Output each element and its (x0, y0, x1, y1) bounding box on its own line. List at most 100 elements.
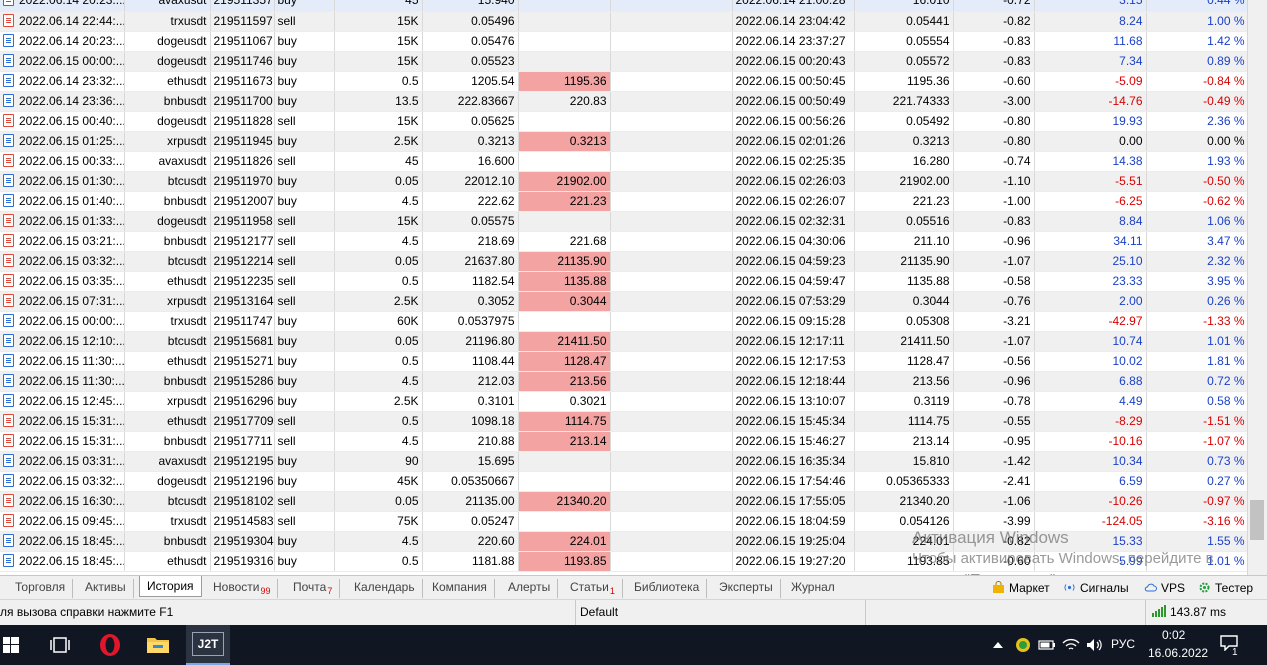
status-empty-segment (866, 600, 1146, 626)
tab-news[interactable]: Новости99 (206, 579, 279, 598)
tab-articles[interactable]: Статьи1 (563, 579, 623, 598)
task-view-button[interactable] (44, 625, 76, 665)
cell-take-profit (610, 171, 733, 192)
tab-experts[interactable]: Эксперты (712, 579, 781, 598)
table-row[interactable]: 2022.06.15 03:31:... avaxusdt 219512195 buy… (0, 451, 1247, 472)
table-row[interactable]: 2022.06.15 00:40:... dogeusdt 219511828 sel… (0, 111, 1247, 132)
j2t-taskbar-button[interactable]: J2T (186, 625, 230, 665)
profit-percent-value: 1.42 % (1207, 33, 1245, 48)
signals-button[interactable]: Сигналы (1063, 580, 1129, 596)
cell-symbol: trxusdt (124, 511, 211, 532)
cell-take-profit (610, 91, 733, 112)
close-time-value: 2022.06.15 02:26:03 (735, 173, 846, 188)
tab-journal[interactable]: Журнал (784, 579, 842, 598)
tab-history[interactable]: История (139, 576, 202, 597)
table-row[interactable]: 2022.06.15 00:00:... dogeusdt 219511746 buy… (0, 51, 1247, 72)
tester-button[interactable]: Тестер (1198, 580, 1253, 596)
cell-commission: -0.83 (953, 51, 1035, 72)
table-row[interactable]: 2022.06.14 20:23:... avaxusdt 219511357 buy… (0, 0, 1247, 12)
tab-assets[interactable]: Активы (78, 579, 134, 598)
profit-value: 6.88 (1119, 373, 1143, 388)
table-row[interactable]: 2022.06.15 07:31:... xrpusdt 219513164 sell… (0, 291, 1247, 312)
cell-close-time: 2022.06.15 19:27:20 (732, 551, 855, 572)
tab-label: История (147, 579, 194, 593)
table-row[interactable]: 2022.06.15 12:45:... xrpusdt 219516296 buy 2… (0, 391, 1247, 412)
table-row[interactable]: 2022.06.14 22:44:... trxusdt 219511597 sell… (0, 11, 1247, 32)
opera-taskbar-button[interactable] (92, 625, 128, 665)
cell-profit: -10.16 (1034, 431, 1147, 452)
windows-logo-icon (3, 637, 19, 653)
input-language[interactable]: РУС (1111, 637, 1135, 651)
ticket-value: 219512235 (213, 273, 274, 288)
open-price-value: 0.05247 (471, 513, 515, 528)
start-button[interactable] (0, 625, 40, 665)
cell-volume: 2.5K (334, 391, 423, 412)
cell-stop-loss: 21902.00 (518, 171, 611, 192)
table-row[interactable]: 2022.06.14 23:32:... ethusdt 219511673 buy 0… (0, 71, 1247, 92)
network-tray-button[interactable] (1060, 625, 1082, 665)
profit-value: 5.99 (1119, 553, 1143, 568)
cell-symbol: dogeusdt (124, 211, 211, 232)
close-price-value: 15.810 (912, 453, 950, 468)
tab-mail[interactable]: Почта7 (286, 579, 341, 598)
cell-profit: 23.33 (1034, 271, 1147, 292)
profit-value: 6.59 (1119, 473, 1143, 488)
vertical-scrollbar[interactable] (1248, 0, 1267, 575)
commission-value: -0.60 (1003, 553, 1031, 568)
connection-status[interactable]: 143.87 ms (1146, 600, 1267, 626)
table-row[interactable]: 2022.06.14 23:36:... bnbusdt 219511700 buy 1… (0, 91, 1247, 112)
table-row[interactable]: 2022.06.15 01:25:... xrpusdt 219511945 buy 2… (0, 131, 1247, 152)
table-row[interactable]: 2022.06.15 15:31:... ethusdt 219517709 sell… (0, 411, 1247, 432)
table-row[interactable]: 2022.06.15 18:45:... bnbusdt 219519304 buy 4… (0, 531, 1247, 552)
status-profile[interactable]: Default (576, 600, 866, 626)
table-row[interactable]: 2022.06.15 01:40:... bnbusdt 219512007 buy 4… (0, 191, 1247, 212)
table-row[interactable]: 2022.06.15 01:30:... btcusdt 219511970 buy 0… (0, 171, 1247, 192)
ticket-value: 219513164 (213, 293, 274, 308)
table-row[interactable]: 2022.06.15 00:00:... trxusdt 219511747 buy 6… (0, 311, 1247, 332)
type-value: sell (277, 253, 296, 268)
table-row[interactable]: 2022.06.15 03:32:... btcusdt 219512214 sell… (0, 251, 1247, 272)
type-value: buy (277, 133, 297, 148)
type-value: buy (277, 333, 297, 348)
table-row[interactable]: 2022.06.15 16:30:... btcusdt 219518102 sell… (0, 491, 1247, 512)
table-row[interactable]: 2022.06.14 20:23:... dogeusdt 219511067 buy… (0, 31, 1247, 52)
table-row[interactable]: 2022.06.15 09:45:... trxusdt 219514583 sell… (0, 511, 1247, 532)
table-row[interactable]: 2022.06.15 11:30:... bnbusdt 219515286 buy 4… (0, 371, 1247, 392)
clock[interactable]: 0:02 16.06.2022 (1144, 625, 1208, 665)
tab-library[interactable]: Библиотека (627, 579, 708, 598)
table-row[interactable]: 2022.06.15 00:33:... avaxusdt 219511826 sel… (0, 151, 1247, 172)
tab-alerts[interactable]: Алерты (501, 579, 559, 598)
profit-percent-value: 1.06 % (1207, 213, 1245, 228)
tray-app-icon[interactable] (1012, 625, 1034, 665)
cell-commission: -0.96 (953, 231, 1035, 252)
volume-tray-button[interactable] (1084, 625, 1106, 665)
explorer-taskbar-button[interactable] (140, 625, 176, 665)
close-time-value: 2022.06.15 02:01:26 (735, 133, 846, 148)
cell-open-price: 0.3213 (422, 131, 519, 152)
table-row[interactable]: 2022.06.15 03:35:... ethusdt 219512235 sell… (0, 271, 1247, 292)
notifications-button[interactable]: 1 (1216, 625, 1246, 665)
tab-trade[interactable]: Торговля (8, 579, 74, 598)
table-row[interactable]: 2022.06.15 15:31:... bnbusdt 219517711 sell… (0, 431, 1247, 452)
close-price-value: 213.14 (912, 433, 950, 448)
profit-percent-value: 2.32 % (1207, 253, 1245, 268)
battery-tray-button[interactable] (1036, 625, 1058, 665)
scrollbar-thumb[interactable] (1250, 500, 1264, 540)
table-row[interactable]: 2022.06.15 03:21:... bnbusdt 219512177 sell… (0, 231, 1247, 252)
tab-company[interactable]: Компания (425, 579, 495, 598)
buy-deal-icon (3, 313, 14, 327)
show-hidden-icons-button[interactable] (988, 625, 1008, 665)
vps-button[interactable]: VPS (1144, 580, 1185, 596)
table-row[interactable]: 2022.06.15 18:45:... ethusdt 219519316 buy 0… (0, 551, 1247, 572)
tab-label: Журнал (791, 580, 835, 594)
table-row[interactable]: 2022.06.15 11:30:... ethusdt 219515271 buy 0… (0, 351, 1247, 372)
table-row[interactable]: 2022.06.15 01:33:... dogeusdt 219511958 sel… (0, 211, 1247, 232)
table-row[interactable]: 2022.06.15 03:32:... dogeusdt 219512196 buy… (0, 471, 1247, 492)
close-price-value: 0.054126 (899, 513, 950, 528)
cell-stop-loss: 1128.47 (518, 351, 611, 372)
market-button[interactable]: Маркет (992, 580, 1050, 596)
cell-open-price: 1098.18 (422, 411, 519, 432)
table-row[interactable]: 2022.06.15 12:10:... btcusdt 219515681 buy 0… (0, 331, 1247, 352)
tab-calendar[interactable]: Календарь (347, 579, 423, 598)
close-time-value: 2022.06.15 02:32:31 (735, 213, 846, 228)
